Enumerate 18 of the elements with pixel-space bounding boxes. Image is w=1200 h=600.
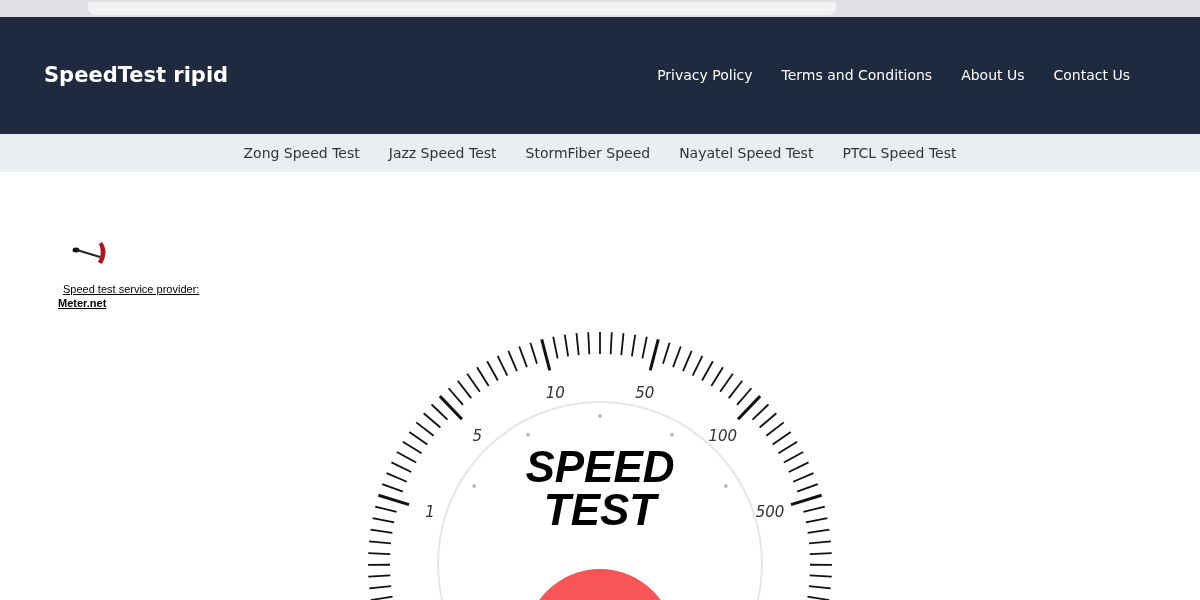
nav-link[interactable]: Privacy Policy: [657, 65, 753, 86]
sub-nav-link[interactable]: PTCL Speed Test: [842, 142, 957, 164]
sub-nav-link[interactable]: Jazz Speed Test: [388, 142, 497, 164]
site-logo-text[interactable]: SpeedTest ripid: [44, 59, 229, 92]
provider-link[interactable]: Meter.net: [58, 297, 107, 309]
scale-label: 500: [755, 503, 785, 522]
scale-label: 1: [425, 503, 435, 522]
sub-nav-link[interactable]: Zong Speed Test: [243, 142, 360, 164]
scale-label: 50: [635, 383, 655, 402]
sub-nav-link[interactable]: StormFiber Speed: [525, 142, 651, 164]
nav-link[interactable]: About Us: [961, 65, 1025, 86]
provider-label: Speed test service provider:: [63, 283, 200, 295]
nav-link[interactable]: Terms and Conditions: [781, 65, 933, 86]
scale-label: 10: [545, 383, 565, 402]
sub-nav-link[interactable]: Nayatel Speed Test: [679, 142, 814, 164]
nav-link[interactable]: Contact Us: [1053, 65, 1130, 86]
scale-label: 5: [472, 427, 482, 446]
scale-label: 100: [708, 427, 738, 446]
